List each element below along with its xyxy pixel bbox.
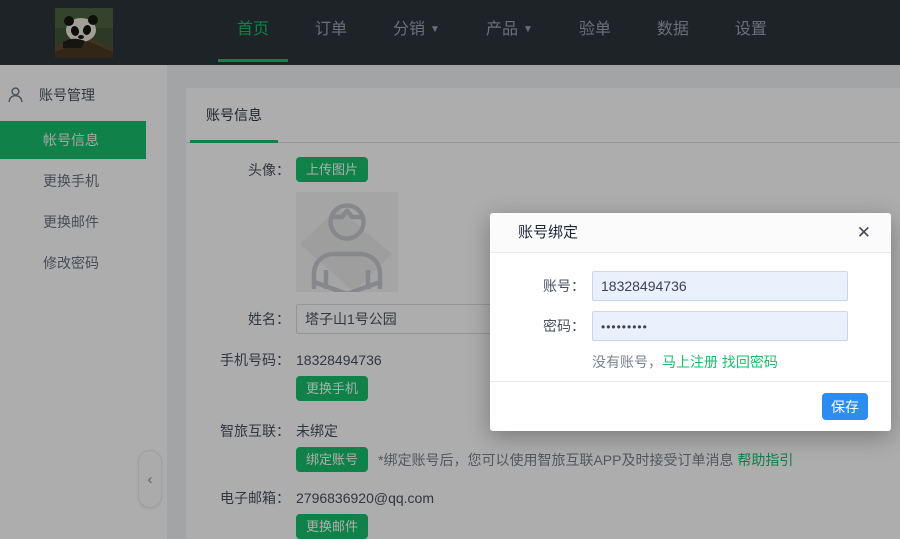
no-account-text: 没有账号， [592, 354, 662, 370]
modal-title: 账号绑定 [518, 213, 578, 253]
account-binding-modal: 账号绑定 ✕ 账号： 18328494736 密码： ••••••••• 没有账… [490, 213, 891, 431]
modal-body: 账号： 18328494736 密码： ••••••••• 没有账号，马上注册 … [490, 253, 891, 372]
save-button[interactable]: 保存 [822, 393, 868, 420]
close-icon[interactable]: ✕ [857, 213, 871, 253]
account-field-row: 账号： 18328494736 [490, 271, 891, 301]
register-link[interactable]: 马上注册 [662, 354, 718, 370]
account-links-row: 没有账号，马上注册 找回密码 [592, 352, 891, 372]
account-field-label: 账号： [490, 276, 585, 296]
account-input[interactable]: 18328494736 [592, 271, 848, 301]
password-field-row: 密码： ••••••••• [490, 311, 891, 341]
modal-footer: 保存 [490, 381, 891, 431]
modal-header: 账号绑定 ✕ [490, 213, 891, 253]
password-input[interactable]: ••••••••• [592, 311, 848, 341]
recover-password-link[interactable]: 找回密码 [722, 354, 778, 370]
password-field-label: 密码： [490, 316, 585, 336]
